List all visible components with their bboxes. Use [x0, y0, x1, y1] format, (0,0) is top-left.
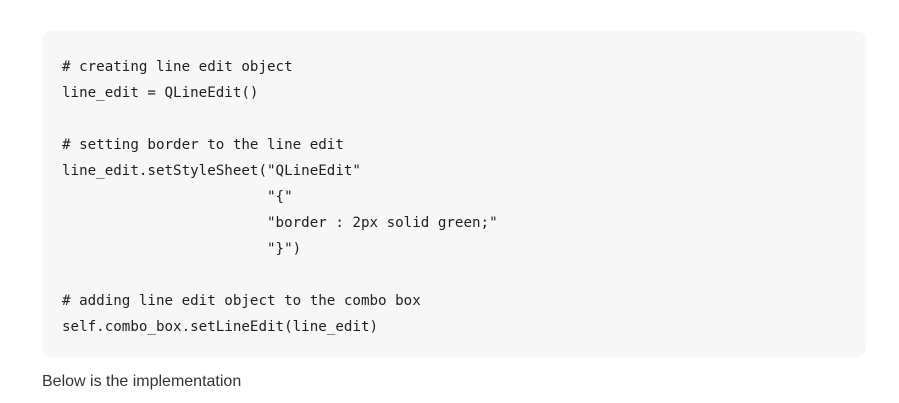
implementation-caption: Below is the implementation	[42, 373, 242, 390]
code-line: "{"	[62, 189, 293, 205]
code-line: self.combo_box.setLineEdit(line_edit)	[62, 319, 379, 335]
code-line: line_edit = QLineEdit()	[62, 85, 259, 101]
code-comment-line: # creating line edit object	[62, 59, 293, 75]
code-line: line_edit.setStyleSheet("QLineEdit"	[62, 163, 361, 179]
code-block: # creating line edit object line_edit = …	[42, 31, 866, 357]
code-line: "}")	[62, 241, 302, 257]
code-comment-line: # setting border to the line edit	[62, 137, 344, 153]
code-line: "border : 2px solid green;"	[62, 215, 498, 231]
code-comment-line: # adding line edit object to the combo b…	[62, 293, 421, 309]
